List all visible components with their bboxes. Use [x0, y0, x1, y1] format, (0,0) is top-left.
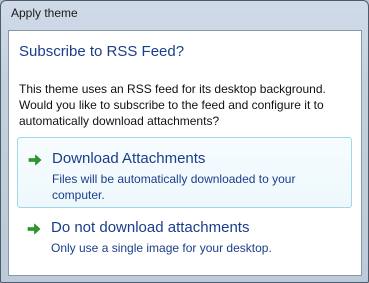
option-description: Only use a single image for your desktop…: [51, 241, 272, 255]
window-title: Apply theme: [11, 6, 78, 20]
apply-theme-dialog: Apply theme Subscribe to RSS Feed? This …: [0, 0, 369, 283]
dialog-content: Subscribe to RSS Feed? This theme uses a…: [8, 30, 362, 276]
green-arrow-icon: [28, 154, 42, 166]
dialog-description: This theme uses an RSS feed for its desk…: [19, 82, 326, 128]
dialog-heading: Subscribe to RSS Feed?: [19, 43, 185, 60]
download-attachments-option[interactable]: Download Attachments Files will be autom…: [17, 137, 352, 208]
title-bar[interactable]: Apply theme: [1, 1, 368, 25]
option-title: Do not download attachments: [51, 219, 250, 236]
option-description: Files will be automatically downloaded t…: [52, 172, 296, 202]
do-not-download-option[interactable]: Do not download attachments Only use a s…: [17, 207, 350, 276]
green-arrow-icon: [27, 223, 41, 235]
option-title: Download Attachments: [52, 150, 206, 167]
